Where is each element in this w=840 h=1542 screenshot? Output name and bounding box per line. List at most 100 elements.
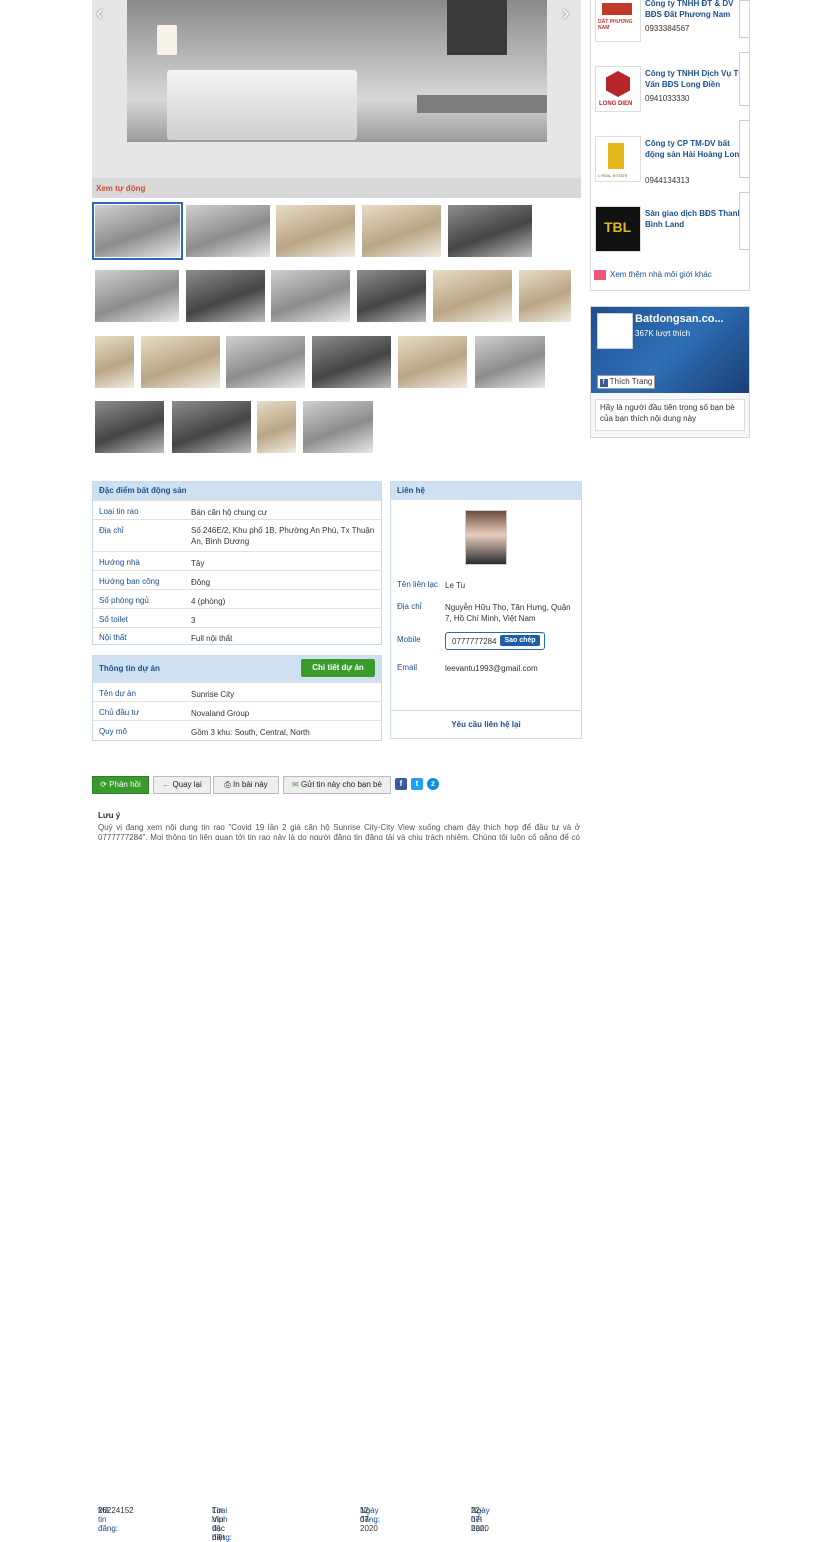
- facebook-share-icon[interactable]: f: [395, 778, 407, 790]
- avatar: [465, 510, 507, 565]
- project-key: Quy mô: [99, 727, 128, 736]
- thumbnail[interactable]: [357, 270, 426, 322]
- print-label: In bài này: [232, 780, 268, 789]
- autoplay-label[interactable]: Xem tự động: [96, 184, 145, 193]
- bed: [167, 70, 357, 140]
- thumbnail[interactable]: [475, 336, 545, 388]
- refresh-button[interactable]: ⟳ Phản hồi: [92, 776, 149, 794]
- zalo-share-icon[interactable]: z: [427, 778, 439, 790]
- thumbnail[interactable]: [271, 270, 350, 322]
- thumbnail[interactable]: [257, 401, 296, 453]
- thumbnail[interactable]: [303, 401, 373, 453]
- thumbnail[interactable]: [92, 202, 183, 260]
- agency-strip-item[interactable]: [739, 120, 749, 178]
- chevron-left-icon[interactable]: ‹: [96, 0, 103, 26]
- agency-phone: 0933384567: [645, 24, 690, 33]
- page-avatar[interactable]: [597, 313, 633, 349]
- agency-logo[interactable]: DẤT PHƯƠNG NAM: [595, 0, 641, 42]
- agency-name[interactable]: Công ty CP TM-DV bất động sản Hải Hoàng …: [645, 138, 745, 160]
- agency-logo[interactable]: LONG DIEN: [595, 66, 641, 112]
- agency-logo-text: L REAL ESTATE: [598, 173, 628, 178]
- thumbnail[interactable]: [362, 205, 441, 257]
- detail-value: Tây: [191, 559, 205, 568]
- thumbnail[interactable]: [519, 270, 571, 322]
- detail-key: Loại tin rao: [99, 507, 139, 516]
- detail-row: Hướng ban công Đông: [93, 570, 381, 590]
- thumbnail[interactable]: [448, 205, 532, 257]
- project-detail-button[interactable]: Chi tiết dự án: [301, 659, 375, 677]
- project-key: Tên dự án: [99, 689, 136, 698]
- agency-logo[interactable]: L REAL ESTATE: [595, 136, 641, 182]
- detail-key: Nội thất: [99, 633, 127, 642]
- thumbnail[interactable]: [95, 336, 134, 388]
- facebook-likes: 367K lượt thích: [635, 329, 691, 338]
- facebook-icon: f: [599, 379, 608, 387]
- agency-name[interactable]: Công ty TNHH ĐT & DV BĐS Đất Phương Nam: [645, 0, 745, 20]
- facebook-like-button[interactable]: f Thích Trang: [597, 375, 655, 389]
- note-text: Quý vị đang xem nội dung tin rao "Covid …: [98, 823, 580, 840]
- divider: [391, 710, 581, 711]
- facebook-page-name[interactable]: Batdongsan.co...: [635, 313, 724, 325]
- mobile-box[interactable]: 0777777284 Sao chép: [445, 632, 545, 650]
- detail-row: Số toilet 3: [93, 608, 381, 628]
- more-agencies-link[interactable]: Xem thêm nhà môi giới khác: [594, 270, 712, 280]
- detail-key: Địa chỉ: [99, 526, 124, 535]
- detail-key: Hướng nhà: [99, 558, 140, 567]
- detail-key: Số phòng ngủ: [99, 596, 149, 605]
- back-button[interactable]: ← Quay lại: [153, 776, 211, 794]
- autoplay-bar[interactable]: Xem tự động: [92, 178, 581, 198]
- thumbnail[interactable]: [186, 270, 265, 322]
- mail-icon: ✉: [292, 780, 299, 789]
- detail-value: 3: [191, 616, 196, 625]
- thumbnail[interactable]: [95, 401, 164, 453]
- agency-logo[interactable]: TBL: [595, 206, 641, 252]
- thumbnail[interactable]: [226, 336, 305, 388]
- thumbnail[interactable]: [95, 270, 179, 322]
- thumbnail[interactable]: [398, 336, 467, 388]
- contact-mobile[interactable]: 0777777284: [452, 637, 497, 646]
- request-callback-link[interactable]: Yêu cầu liên hệ lại: [391, 720, 581, 729]
- back-label: Quay lại: [172, 780, 202, 789]
- contact-email-label: Email: [397, 663, 418, 672]
- copy-button[interactable]: Sao chép: [500, 635, 540, 646]
- detail-value: Đông: [191, 578, 211, 587]
- facebook-widget: Batdongsan.co... 367K lượt thích f Thích …: [590, 306, 750, 438]
- more-agencies-label[interactable]: Xem thêm nhà môi giới khác: [610, 270, 712, 279]
- detail-value: Số 246E/2, Khu phố 1B, Phường An Phú, Tx…: [191, 526, 375, 546]
- contact-address-label: Địa chỉ: [397, 602, 422, 611]
- thumbnail[interactable]: [141, 336, 220, 388]
- detail-key: Số toilet: [99, 615, 128, 624]
- twitter-share-icon[interactable]: t: [411, 778, 423, 790]
- agency-name[interactable]: Sàn giao dịch BĐS Thanh Bình Land: [645, 208, 745, 230]
- send-label: Gửi tin này cho bạn bè: [300, 780, 382, 789]
- agency-logo-text: DẤT PHƯƠNG NAM: [598, 19, 633, 31]
- agency-strip-item[interactable]: [739, 192, 749, 250]
- printer-icon: ⎙: [224, 780, 231, 789]
- refresh-label: Phản hồi: [109, 780, 141, 789]
- project-value: Sunrise City: [191, 690, 235, 699]
- detail-row: Địa chỉ Số 246E/2, Khu phố 1B, Phường An …: [93, 519, 381, 552]
- listing-id-value: 26224152: [98, 1506, 134, 1515]
- main-photo[interactable]: ‹ ›: [92, 0, 581, 178]
- tv: [447, 0, 507, 55]
- room-image: [127, 0, 547, 142]
- agency-strip-item[interactable]: [739, 0, 749, 38]
- thumbnail[interactable]: [186, 205, 270, 257]
- chevron-right-icon[interactable]: ›: [562, 0, 569, 26]
- thumbnail[interactable]: [276, 205, 355, 257]
- thumbnail[interactable]: [312, 336, 391, 388]
- facebook-cover[interactable]: Batdongsan.co... 367K lượt thích f Thích …: [591, 307, 749, 393]
- project-row: Tên dự án Sunrise City: [93, 682, 381, 702]
- agency-list: DẤT PHƯƠNG NAM Công ty TNHH ĐT & DV BĐS …: [590, 0, 750, 291]
- agency-strip-item[interactable]: [739, 52, 749, 106]
- agency-logo-text: LONG DIEN: [599, 101, 633, 107]
- print-button[interactable]: ⎙ In bài này: [213, 776, 279, 794]
- thumbnail[interactable]: [433, 270, 512, 322]
- agency-name[interactable]: Công ty TNHH Dịch Vụ Tư Vấn BĐS Long Điề…: [645, 68, 745, 90]
- contact-header: Liên hệ: [391, 482, 581, 500]
- contact-email[interactable]: leevantu1993@gmail.com: [445, 663, 538, 674]
- users-icon: [594, 270, 606, 280]
- project-row: Quy mô Gồm 3 khu: South, Central, North: [93, 720, 381, 741]
- thumbnail[interactable]: [172, 401, 251, 453]
- send-to-friend-button[interactable]: ✉ Gửi tin này cho bạn bè: [283, 776, 391, 794]
